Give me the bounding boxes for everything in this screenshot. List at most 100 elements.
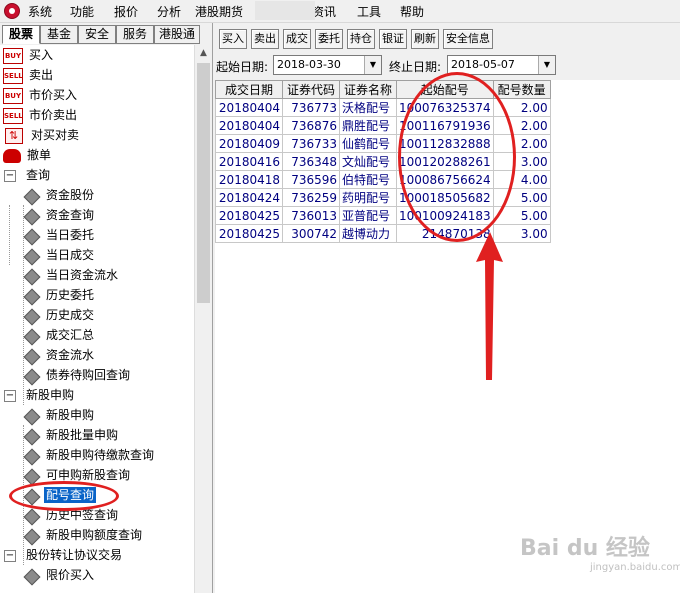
menu-quote[interactable]: 报价	[114, 3, 138, 20]
table-cell: 736348	[282, 152, 340, 171]
table-cell: 736013	[282, 206, 340, 225]
tree-item-cancel[interactable]: 撤单	[3, 145, 53, 165]
tree-item-query-2[interactable]: 资金查询	[24, 205, 96, 225]
column-header-security-code[interactable]: 证券代码	[282, 80, 340, 99]
tree-item-query-1[interactable]: 资金股份	[24, 185, 96, 205]
tab-fund[interactable]: 基金	[40, 25, 78, 44]
tab-security[interactable]: 安全	[78, 25, 116, 44]
table-cell: 20180416	[215, 152, 283, 171]
table-cell: 亚普配号	[339, 206, 397, 225]
gear-key-icon	[24, 448, 40, 464]
tree-item-ipo-3[interactable]: 新股申购待缴款查询	[24, 445, 156, 465]
collapse-icon[interactable]: −	[4, 169, 16, 182]
tree-item-ipo-7[interactable]: 新股申购额度查询	[24, 525, 144, 545]
tree-item-query-9[interactable]: 资金流水	[24, 345, 96, 365]
bank-transfer-button[interactable]: 银证	[379, 29, 407, 49]
tree-item-query-5[interactable]: 当日资金流水	[24, 265, 120, 285]
menu-hk-futures[interactable]: 港股期货	[195, 3, 243, 20]
gear-key-icon	[24, 188, 40, 204]
chevron-down-icon[interactable]: ▼	[364, 56, 381, 74]
tree-item-transfer-1[interactable]: 限价买入	[24, 565, 96, 585]
column-header-trade-date[interactable]: 成交日期	[215, 80, 283, 99]
table-cell: 伯特配号	[339, 170, 397, 189]
swap-icon	[5, 126, 23, 146]
tree-group-query[interactable]: − 查询	[4, 165, 52, 185]
buy-icon: BUY	[3, 87, 23, 104]
column-header-security-name[interactable]: 证券名称	[339, 80, 397, 99]
action-toolbar: 买入 卖出 成交 委托 持仓 银证 刷新 安全信息	[213, 23, 680, 51]
gear-key-icon	[24, 508, 40, 524]
highlight-circle-start-number	[398, 72, 516, 242]
tree-scrollbar[interactable]: ▲	[194, 45, 212, 593]
menu-system[interactable]: 系统	[28, 3, 52, 20]
table-cell: 736259	[282, 188, 340, 207]
gear-key-icon	[24, 248, 40, 264]
scroll-up-icon[interactable]: ▲	[195, 45, 212, 62]
chevron-down-icon[interactable]: ▼	[538, 56, 555, 74]
table-cell: 鼎胜配号	[339, 116, 397, 135]
tab-service[interactable]: 服务	[116, 25, 154, 44]
tree-group-ipo[interactable]: − 新股申购	[4, 385, 76, 405]
tree-group-transfer[interactable]: − 股份转让协议交易	[4, 545, 124, 565]
start-date-select[interactable]: 2018-03-30 ▼	[273, 55, 382, 75]
menu-tools[interactable]: 工具	[357, 3, 381, 20]
tree-item-query-3[interactable]: 当日委托	[24, 225, 96, 245]
table-cell: 300742	[282, 224, 340, 243]
tree-item-sell[interactable]: SELL 卖出	[3, 65, 55, 85]
tab-stock[interactable]: 股票	[2, 25, 40, 44]
gear-key-icon	[24, 288, 40, 304]
table-cell: 20180409	[215, 134, 283, 153]
gear-key-icon	[24, 268, 40, 284]
collapse-icon[interactable]: −	[4, 389, 16, 402]
tree-item-market-buy[interactable]: BUY 市价买入	[3, 85, 79, 105]
app-logo-icon	[4, 3, 20, 19]
gear-key-icon	[24, 208, 40, 224]
table-cell: 20180404	[215, 98, 283, 117]
end-date-label: 终止日期:	[389, 60, 442, 74]
category-tabs: 股票 基金 安全 服务 港股通	[0, 23, 212, 45]
gear-key-icon	[24, 568, 40, 584]
tree-item-query-4[interactable]: 当日成交	[24, 245, 96, 265]
sell-icon: SELL	[3, 107, 23, 124]
table-cell: 20180424	[215, 188, 283, 207]
tree-item-market-sell[interactable]: SELL 市价卖出	[3, 105, 79, 125]
gear-key-icon	[24, 328, 40, 344]
tree-item-query-8[interactable]: 成交汇总	[24, 325, 96, 345]
table-cell: 文灿配号	[339, 152, 397, 171]
tree-item-ipo-1[interactable]: 新股申购	[24, 405, 96, 425]
collapse-icon[interactable]: −	[4, 549, 16, 562]
menu-analysis[interactable]: 分析	[157, 3, 181, 20]
table-cell: 20180404	[215, 116, 283, 135]
table-cell: 药明配号	[339, 188, 397, 207]
menu-help[interactable]: 帮助	[400, 3, 424, 20]
tree-item-query-10[interactable]: 债券待购回查询	[24, 365, 132, 385]
buy-button[interactable]: 买入	[219, 29, 247, 49]
gear-key-icon	[24, 228, 40, 244]
tab-hk-connect[interactable]: 港股通	[154, 25, 200, 44]
tree-item-buy[interactable]: BUY 买入	[3, 45, 55, 65]
tree-item-ipo-2[interactable]: 新股批量申购	[24, 425, 120, 445]
table-cell: 仙鹤配号	[339, 134, 397, 153]
gear-key-icon	[24, 308, 40, 324]
watermark-url: jingyan.baidu.com	[590, 562, 680, 573]
scroll-thumb[interactable]	[197, 63, 210, 303]
gear-key-icon	[24, 428, 40, 444]
positions-button[interactable]: 持仓	[347, 29, 375, 49]
table-row[interactable]: 20180425 300742 越博动力 214870138 3.00	[215, 224, 551, 243]
table-cell: 736773	[282, 98, 340, 117]
column-header-allotment-count[interactable]: 配号数量	[492, 80, 551, 99]
security-info-button[interactable]: 安全信息	[443, 29, 493, 49]
blurred-region	[255, 1, 315, 20]
menu-news[interactable]: 资讯	[312, 3, 336, 20]
gear-key-icon	[24, 368, 40, 384]
orders-button[interactable]: 委托	[315, 29, 343, 49]
sell-button[interactable]: 卖出	[251, 29, 279, 49]
trades-button[interactable]: 成交	[283, 29, 311, 49]
tree-item-query-7[interactable]: 历史成交	[24, 305, 96, 325]
table-cell: 20180418	[215, 170, 283, 189]
tree-item-swap[interactable]: 对买对卖	[5, 125, 81, 146]
watermark-logo: Bai du 经验	[520, 536, 650, 561]
refresh-button[interactable]: 刷新	[411, 29, 439, 49]
tree-item-query-6[interactable]: 历史委托	[24, 285, 96, 305]
menu-function[interactable]: 功能	[70, 3, 94, 20]
